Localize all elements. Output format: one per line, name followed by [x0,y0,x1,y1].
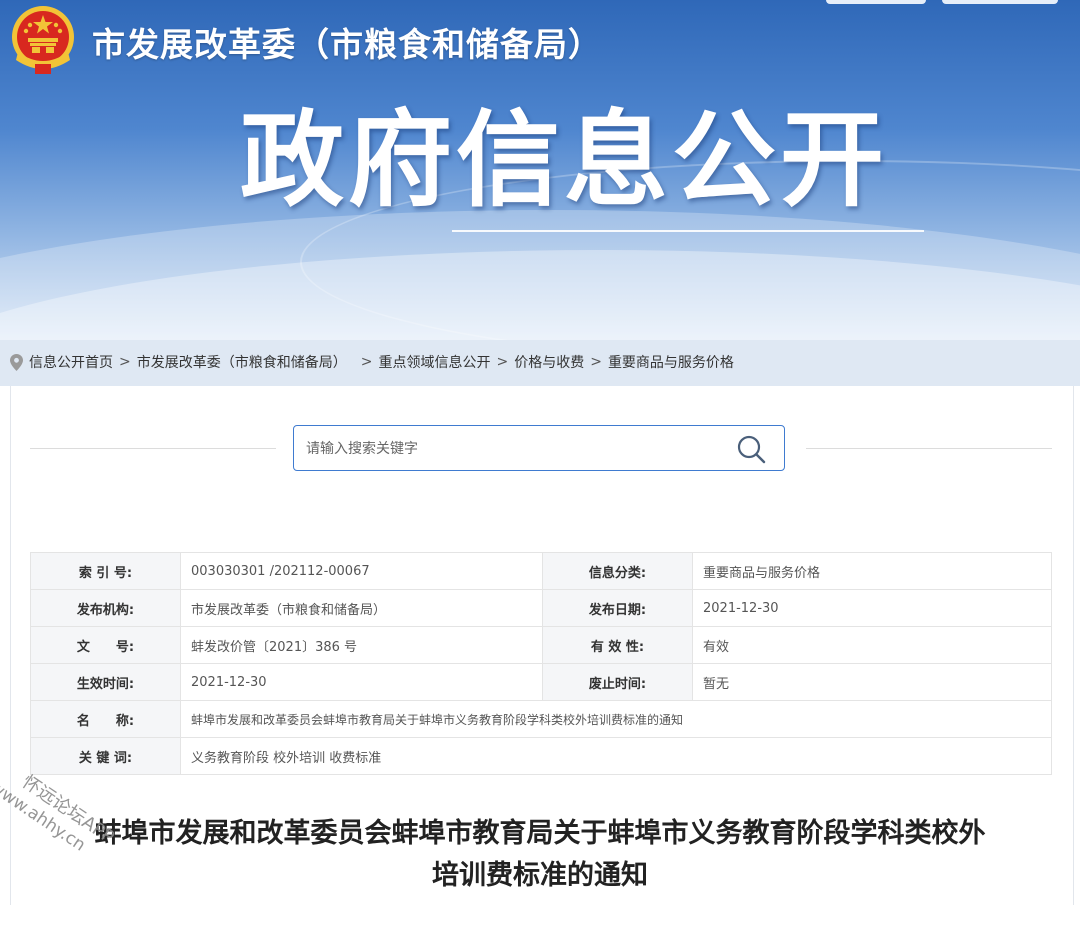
expiry-date-label: 废止时间: [542,663,693,701]
divider [806,448,1052,449]
search-input[interactable] [304,434,728,464]
article-title: 蚌埠市发展和改革委员会蚌埠市教育局关于蚌埠市义务教育阶段学科类校外 培训费标准的… [40,813,1040,897]
table-row: 名 称: 蚌埠市发展和改革委员会蚌埠市教育局关于蚌埠市义务教育阶段学科类校外培训… [30,700,1052,738]
keywords-value: 义务教育阶段 校外培训 收费标准 [180,737,1052,775]
category-label: 信息分类: [542,552,693,590]
table-row: 生效时间: 2021-12-30 废止时间: 暂无 [30,663,1052,701]
breadcrumb: 信息公开首页 > 市发展改革委（市粮食和储备局） > 重点领域信息公开 > 价格… [10,352,734,372]
expiry-date-value: 暂无 [692,663,1052,701]
header-banner: 市发展改革委（市粮食和储备局） 政府信息公开 [0,0,1080,340]
breadcrumb-separator: > [496,354,509,370]
breadcrumb-link-home[interactable]: 信息公开首页 [29,352,113,372]
publisher-label: 发布机构: [30,589,181,627]
breadcrumb-link-key-areas[interactable]: 重点领域信息公开 [378,352,490,372]
article-title-line: 培训费标准的通知 [432,860,648,891]
table-row: 发布机构: 市发展改革委（市粮食和储备局） 发布日期: 2021-12-30 [30,589,1052,627]
publish-date-label: 发布日期: [542,589,693,627]
search-icon[interactable] [736,434,768,464]
breadcrumb-separator: > [360,354,373,370]
national-emblem-icon [12,6,74,74]
breadcrumb-link-pricing[interactable]: 价格与收费 [514,352,584,372]
document-info-table: 索 引 号: 003030301 /202112-00067 信息分类: 重要商… [30,552,1052,775]
title-underline [452,230,924,232]
breadcrumb-separator: > [119,354,131,370]
category-value: 重要商品与服务价格 [692,552,1052,590]
publish-date-value: 2021-12-30 [692,589,1052,627]
keywords-label: 关 键 词: [30,737,181,775]
breadcrumb-separator: > [590,354,602,370]
organization-title: 市发展改革委（市粮食和储备局） [92,25,602,64]
validity-label: 有 效 性: [542,626,693,664]
table-row: 文 号: 蚌发改价管〔2021〕386 号 有 效 性: 有效 [30,626,1052,664]
top-links [826,0,1058,4]
effective-date-label: 生效时间: [30,663,181,701]
breadcrumb-link-commodity-prices[interactable]: 重要商品与服务价格 [608,352,734,372]
banner-title: 政府信息公开 [240,99,889,221]
name-value: 蚌埠市发展和改革委员会蚌埠市教育局关于蚌埠市义务教育阶段学科类校外培训费标准的通… [180,700,1052,738]
doc-number-value: 蚌发改价管〔2021〕386 号 [180,626,543,664]
index-label: 索 引 号: [30,552,181,590]
publisher-value: 市发展改革委（市粮食和储备局） [180,589,543,627]
doc-number-label: 文 号: [30,626,181,664]
divider [30,448,276,449]
search-box [293,425,785,471]
table-row: 关 键 词: 义务教育阶段 校外培训 收费标准 [30,737,1052,775]
validity-value: 有效 [692,626,1052,664]
index-value: 003030301 /202112-00067 [180,552,543,590]
table-row: 索 引 号: 003030301 /202112-00067 信息分类: 重要商… [30,552,1052,590]
breadcrumb-link-org[interactable]: 市发展改革委（市粮食和储备局） [137,352,347,372]
effective-date-value: 2021-12-30 [180,663,543,701]
name-label: 名 称: [30,700,181,738]
top-link-button[interactable] [942,0,1058,4]
location-pin-icon [10,353,23,371]
top-link-button[interactable] [826,0,926,4]
article-title-line: 蚌埠市发展和改革委员会蚌埠市教育局关于蚌埠市义务教育阶段学科类校外 [94,818,986,849]
